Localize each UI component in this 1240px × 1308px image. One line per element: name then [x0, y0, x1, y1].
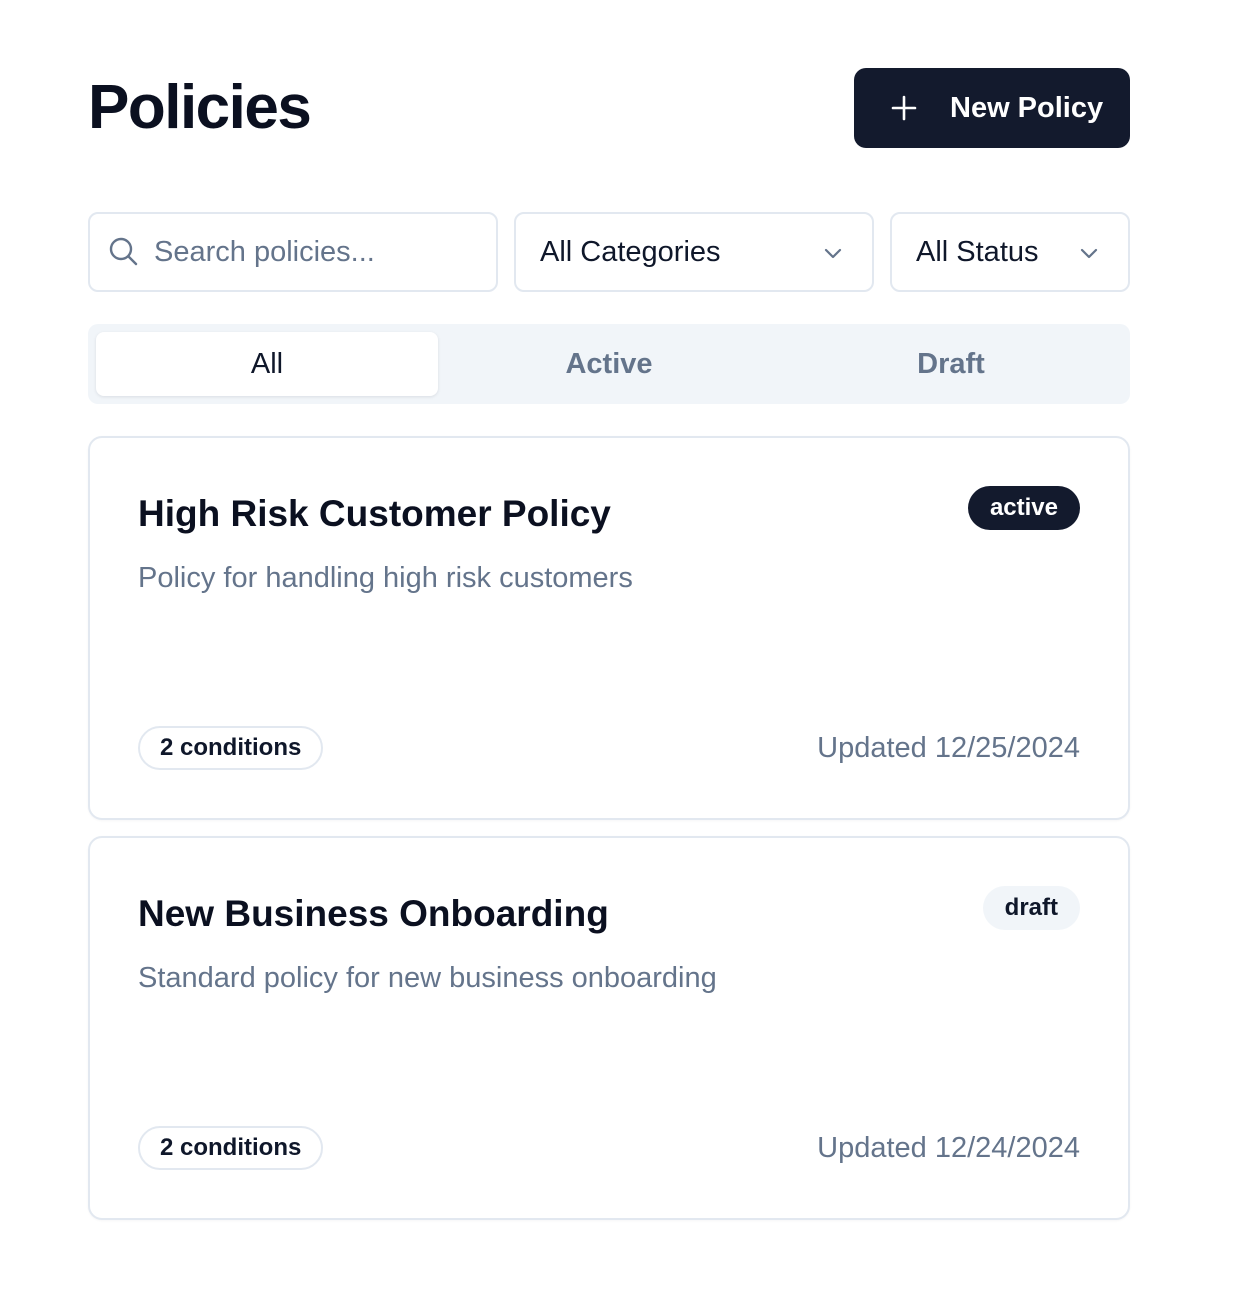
conditions-count: 2 conditions [138, 726, 324, 770]
policy-card[interactable]: New Business Onboarding draft Standard p… [88, 836, 1130, 1220]
page-title: Policies [88, 73, 312, 142]
status-badge: active [967, 486, 1080, 530]
plus-icon [891, 95, 917, 121]
tab-draft[interactable]: Draft [780, 332, 1122, 396]
category-select-value: All Categories [540, 236, 721, 268]
policy-title: High Risk Customer Policy [138, 493, 611, 534]
search-box [88, 212, 498, 292]
tab-active[interactable]: Active [438, 332, 780, 396]
status-select-value: All Status [916, 236, 1039, 268]
status-badge: draft [982, 886, 1080, 930]
status-select[interactable]: All Status [890, 212, 1130, 292]
policy-description: Standard policy for new business onboard… [138, 962, 717, 994]
updated-date: Updated 12/24/2024 [817, 1132, 1080, 1164]
new-policy-button-label: New Policy [950, 92, 1104, 124]
policy-card[interactable]: High Risk Customer Policy active Policy … [88, 436, 1130, 820]
new-policy-button[interactable]: New Policy [854, 68, 1130, 148]
tab-all[interactable]: All [96, 332, 438, 396]
conditions-count: 2 conditions [138, 1126, 324, 1170]
chevron-down-icon [1080, 248, 1098, 259]
policy-description: Policy for handling high risk customers [138, 562, 633, 594]
search-input[interactable] [154, 226, 484, 278]
policy-title: New Business Onboarding [138, 893, 609, 934]
updated-date: Updated 12/25/2024 [817, 732, 1080, 764]
policies-page: Policies New Policy All Categories All S… [0, 0, 1240, 1308]
category-select[interactable]: All Categories [514, 212, 874, 292]
chevron-down-icon [824, 248, 842, 259]
status-tabs: All Active Draft [88, 324, 1130, 404]
search-icon [109, 237, 138, 266]
